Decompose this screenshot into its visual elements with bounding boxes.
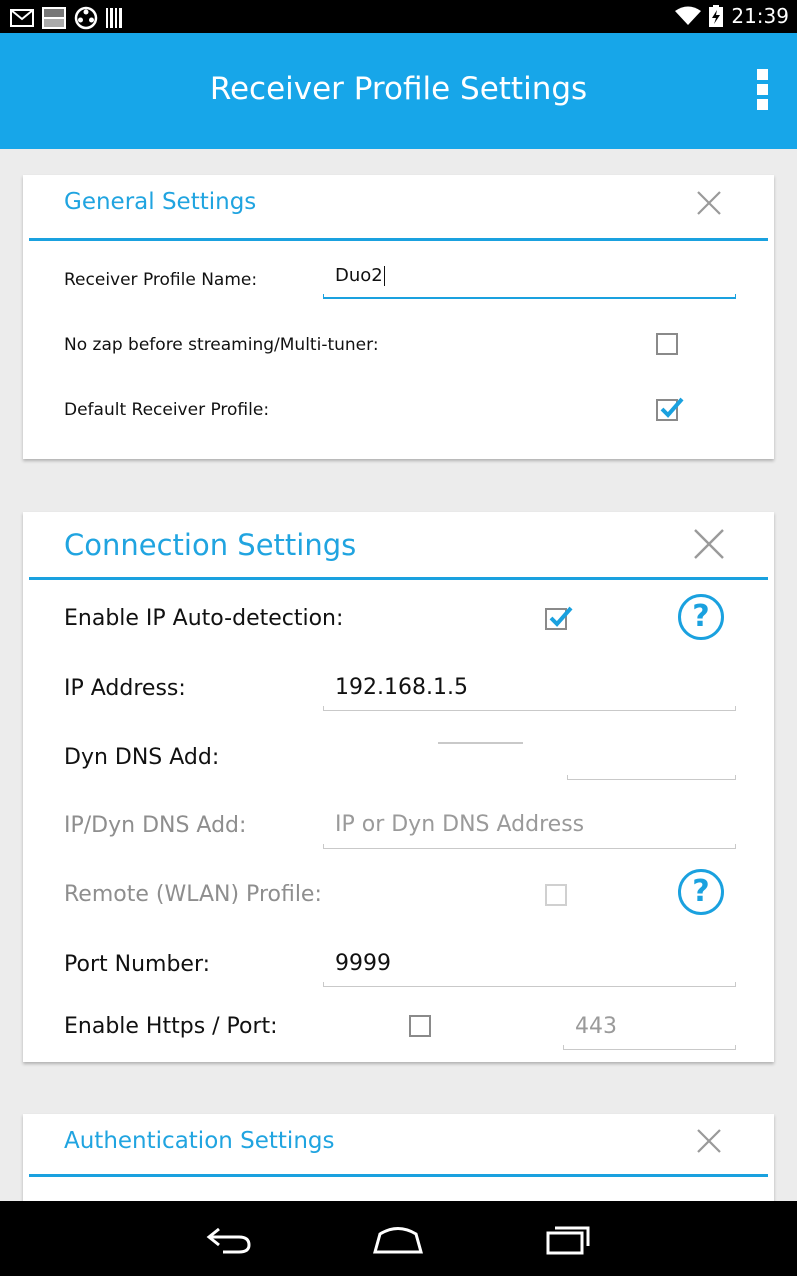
profile-name-label: Receiver Profile Name: [64, 270, 258, 290]
ip-address-value: 192.168.1.5 [335, 675, 468, 700]
ip-dyn-placeholder: IP or Dyn DNS Address [335, 812, 585, 837]
wifi-icon [675, 6, 702, 25]
navigation-bar [0, 1201, 797, 1276]
general-settings-card: General Settings Receiver Profile Name: … [23, 175, 774, 459]
section-divider [29, 577, 768, 580]
checkmark-icon [549, 606, 573, 627]
no-zap-checkbox[interactable] [656, 333, 678, 355]
recent-apps-icon[interactable] [545, 1219, 593, 1259]
dyn-dns-label: Dyn DNS Add: [64, 745, 220, 770]
https-port-placeholder: 443 [575, 1014, 617, 1039]
no-zap-label: No zap before streaming/Multi-tuner: [64, 335, 379, 355]
close-icon[interactable] [693, 528, 725, 560]
action-bar: Receiver Profile Settings [0, 33, 797, 149]
authentication-settings-card: Authentication Settings [23, 1114, 774, 1214]
profile-name-field[interactable]: Duo2 [323, 259, 736, 299]
checkmark-icon [660, 397, 684, 418]
auto-detect-checkbox[interactable] [545, 606, 573, 630]
authentication-settings-title[interactable]: Authentication Settings [64, 1128, 335, 1154]
status-icons: 21:39 [675, 4, 789, 28]
https-label: Enable Https / Port: [64, 1014, 278, 1039]
general-settings-title[interactable]: General Settings [64, 189, 256, 215]
profile-name-value: Duo2 [335, 265, 383, 286]
basic4android-icon [42, 7, 66, 29]
port-number-label: Port Number: [64, 952, 211, 977]
ip-dyn-label: IP/Dyn DNS Add: [64, 813, 247, 838]
remote-profile-checkbox[interactable] [545, 884, 567, 906]
ip-address-label: IP Address: [64, 676, 186, 701]
connection-settings-title[interactable]: Connection Settings [64, 528, 356, 562]
connection-settings-card: Connection Settings Enable IP Auto-detec… [23, 512, 774, 1062]
section-divider [29, 238, 768, 241]
port-number-value: 9999 [335, 951, 391, 976]
barcode-icon [106, 8, 122, 28]
auto-detect-label: Enable IP Auto-detection: [64, 606, 344, 631]
remote-profile-label: Remote (WLAN) Profile: [64, 882, 322, 907]
port-number-field[interactable]: 9999 [323, 943, 736, 987]
overflow-menu-icon[interactable] [752, 69, 772, 115]
dyn-dns-dropdown[interactable] [438, 742, 523, 744]
dyn-dns-field[interactable] [567, 750, 736, 780]
notification-icons [10, 6, 124, 30]
status-bar: 21:39 [0, 0, 797, 33]
https-checkbox[interactable] [409, 1015, 431, 1037]
home-icon[interactable] [372, 1219, 424, 1259]
help-icon[interactable]: ? [678, 869, 724, 915]
close-icon[interactable] [696, 1128, 722, 1154]
close-icon[interactable] [696, 190, 722, 216]
battery-charging-icon [709, 5, 724, 27]
https-port-field[interactable]: 443 [563, 1006, 736, 1050]
back-icon[interactable] [205, 1219, 253, 1259]
clock: 21:39 [731, 4, 789, 28]
default-profile-label: Default Receiver Profile: [64, 400, 270, 420]
section-divider [29, 1174, 768, 1177]
film-reel-icon [74, 6, 98, 30]
text-cursor [383, 266, 385, 286]
help-icon[interactable]: ? [678, 594, 724, 640]
ip-address-field[interactable]: 192.168.1.5 [323, 667, 736, 711]
ip-dyn-field[interactable]: IP or Dyn DNS Address [323, 804, 736, 849]
page-title: Receiver Profile Settings [209, 71, 588, 107]
default-profile-checkbox[interactable] [656, 397, 684, 421]
gmail-icon [10, 9, 34, 27]
